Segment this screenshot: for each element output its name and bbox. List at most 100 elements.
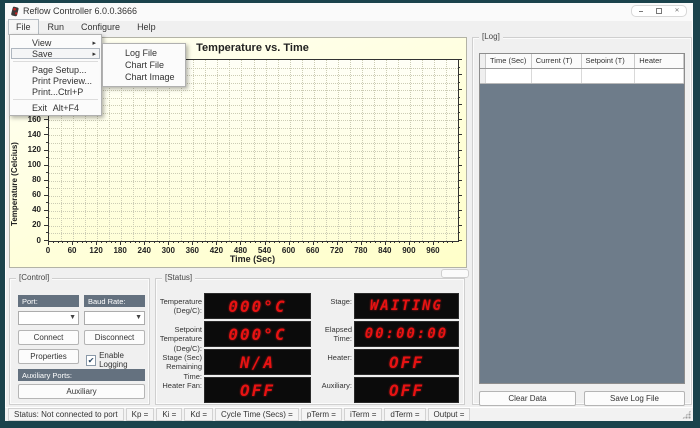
y-tick (46, 202, 48, 203)
save-submenu-label: Log File (125, 48, 157, 58)
x-tick-label: 240 (132, 246, 156, 255)
x-tick (212, 241, 213, 243)
menubar-item-help[interactable]: Help (129, 19, 164, 35)
checkbox-check-icon: ✔ (86, 355, 96, 366)
x-tick (48, 241, 49, 245)
log-column-header-current-t[interactable]: Current (T) (532, 54, 582, 68)
close-button[interactable]: ✕ (671, 7, 683, 15)
y-tick-right (458, 97, 460, 98)
x-tick (173, 241, 174, 243)
connection-status: Status: Not connected to port (8, 408, 124, 421)
right-display-heater: OFF (354, 349, 459, 375)
x-tick (298, 241, 299, 243)
properties-button[interactable]: Properties (18, 349, 79, 364)
log-table-empty-row[interactable] (480, 69, 684, 84)
baud-rate-select[interactable]: ▼ (84, 311, 145, 325)
log-table[interactable]: Time (Sec)Current (T)Setpoint (T)Heater (479, 53, 685, 384)
x-tick (106, 241, 107, 243)
x-tick (125, 241, 126, 243)
statusbar-field-iterm: iTerm = (344, 408, 382, 421)
app-icon (10, 6, 21, 17)
x-tick (428, 241, 429, 243)
file-menu-item-exit[interactable]: Exit Alt+F4 (11, 102, 100, 113)
log-empty-cell (635, 69, 684, 83)
app-window: Reflow Controller 6.0.0.3666 ✕ FileRunCo… (5, 3, 693, 421)
x-tick (337, 241, 338, 245)
log-column-header-heater[interactable]: Heater (635, 54, 684, 68)
left-status-label-stage-sec: Stage (Sec) Remaining Time: (158, 353, 202, 381)
file-menu-label: Exit (32, 103, 47, 113)
port-select[interactable]: ▼ (18, 311, 79, 325)
x-tick-label: 540 (253, 246, 277, 255)
control-legend: [Control] (16, 273, 52, 282)
window-controls: ✕ (631, 5, 687, 17)
save-submenu-item-chart-image[interactable]: Chart Image (104, 71, 184, 83)
x-tick (380, 241, 381, 243)
x-tick-label: 960 (421, 246, 445, 255)
save-submenu-item-chart-file[interactable]: Chart File (104, 59, 184, 71)
menubar-item-file[interactable]: File (8, 19, 39, 35)
save-log-file-button[interactable]: Save Log File (584, 391, 685, 406)
file-menu-item-save[interactable]: Save▸ (11, 48, 100, 59)
log-column-header-time-sec[interactable]: Time (Sec) (486, 54, 532, 68)
x-tick (342, 241, 343, 243)
y-tick-right (458, 89, 462, 90)
y-tick-right (458, 134, 462, 135)
x-tick-label: 60 (60, 246, 84, 255)
file-menu-item-page-setup[interactable]: Page Setup... (11, 64, 100, 75)
y-tick-label: 20 (17, 220, 41, 229)
x-tick (168, 241, 169, 245)
file-menu-item-print-preview[interactable]: Print Preview... (11, 75, 100, 86)
x-tick (135, 241, 136, 243)
x-tick (159, 241, 160, 243)
log-column-header-setpoint-t[interactable]: Setpoint (T) (582, 54, 636, 68)
x-tick (356, 241, 357, 243)
x-tick-label: 840 (373, 246, 397, 255)
x-tick (192, 241, 193, 245)
y-tick-right (458, 180, 462, 181)
left-display-heater-fan: OFF (204, 377, 311, 403)
enable-logging-checkbox[interactable]: ✔ Enable Logging (86, 351, 149, 369)
x-tick (361, 241, 362, 245)
y-tick-right (458, 119, 462, 120)
window-title: Reflow Controller 6.0.0.3666 (23, 6, 137, 16)
shortcut-label: Alt+F4 (53, 103, 99, 113)
maximize-button[interactable] (653, 7, 665, 15)
menubar-item-run[interactable]: Run (40, 19, 73, 35)
x-tick-label: 480 (228, 246, 252, 255)
y-tick (44, 195, 48, 196)
y-tick-right (458, 112, 460, 113)
disconnect-button[interactable]: Disconnect (84, 330, 145, 345)
x-tick (101, 241, 102, 243)
screen: Reflow Controller 6.0.0.3666 ✕ FileRunCo… (0, 0, 700, 428)
file-menu-item-view[interactable]: View▸ (11, 37, 100, 48)
status-groupbox: [Status] Temperature (Deg/C):000°CSetpoi… (155, 278, 465, 405)
auxiliary-button[interactable]: Auxiliary (18, 384, 145, 399)
y-tick-label: 160 (17, 115, 41, 124)
shortcut-label: Ctrl+P (58, 87, 103, 97)
file-menu-label: Print... (32, 87, 58, 97)
menubar-item-configure[interactable]: Configure (73, 19, 128, 35)
y-tick-right (458, 225, 462, 226)
minimize-button[interactable] (635, 7, 647, 15)
y-tick (46, 187, 48, 188)
x-tick-label: 180 (108, 246, 132, 255)
connect-button[interactable]: Connect (18, 330, 79, 345)
x-axis-title: Time (Sec) (48, 254, 457, 264)
x-tick-label: 600 (277, 246, 301, 255)
x-tick (255, 241, 256, 243)
chart-hscrollbar-thumb[interactable] (441, 269, 469, 278)
x-tick (188, 241, 189, 243)
enable-logging-label: Enable Logging (99, 351, 149, 369)
save-submenu-item-log-file[interactable]: Log File (104, 47, 184, 59)
y-tick-label: 120 (17, 145, 41, 154)
y-tick-right (458, 202, 460, 203)
x-tick (144, 241, 145, 245)
status-legend: [Status] (162, 273, 195, 282)
x-tick (77, 241, 78, 243)
file-menu-item-print[interactable]: Print...Ctrl+P (11, 86, 100, 97)
y-tick-right (458, 187, 460, 188)
x-tick (72, 241, 73, 245)
y-tick-label: 80 (17, 175, 41, 184)
clear-data-button[interactable]: Clear Data (479, 391, 576, 406)
